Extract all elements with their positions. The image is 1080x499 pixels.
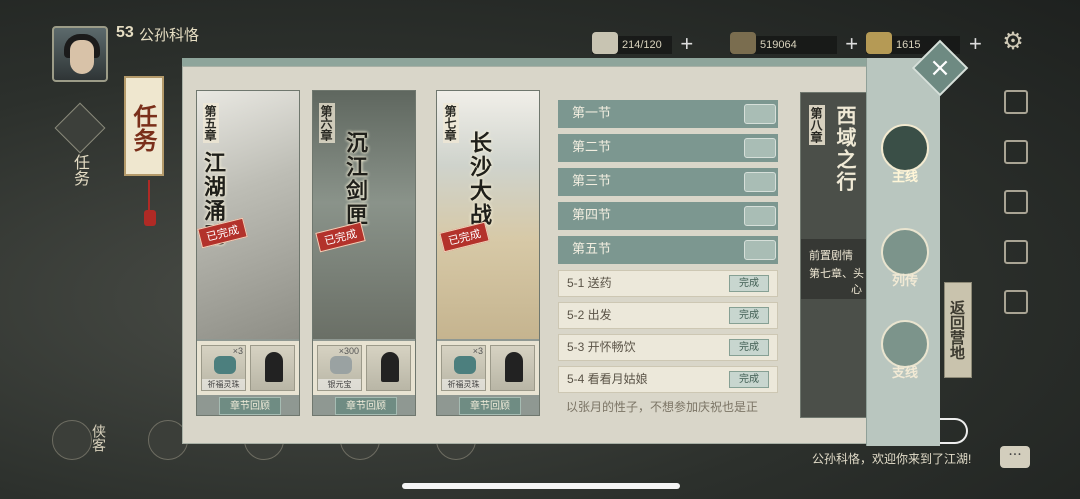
chapter-6-review-button[interactable]: 章节回顾 (335, 397, 397, 415)
quest-quote: 以张月的性子，不想参加庆祝也是正 (566, 400, 759, 414)
section-2[interactable]: 第二节 (558, 134, 778, 162)
menu-icon-1[interactable] (1004, 90, 1028, 114)
hero-label: 侠客 (90, 424, 106, 452)
reward-item[interactable]: ×300 银元宝 (317, 345, 362, 391)
quest-dialog: 第五章 江湖涌动 已完成 ×3 祈福灵珠 章节回顾 第六章 沉江剑匣 已完成 ×3… (142, 39, 969, 446)
quest-type-rail: 主线 列传 支线 (866, 58, 940, 446)
menu-icon-5[interactable] (1004, 290, 1028, 314)
character-portrait-icon (265, 352, 283, 382)
chapter-card-8[interactable]: 第八章 西域之行 前置剧情 第七章、头 心 (800, 92, 870, 418)
chest-icon[interactable] (744, 206, 776, 226)
chapter-8-prereq: 前置剧情 (809, 250, 853, 262)
chapter-6-title: 沉江剑匣 (342, 131, 368, 227)
section-1[interactable]: 第一节 (558, 100, 778, 128)
resource-silver: 519064 + (730, 32, 863, 56)
chapter-card-5[interactable]: 第五章 江湖涌动 已完成 ×3 祈福灵珠 章节回顾 (196, 90, 300, 416)
chapter-7-rewards: ×3 祈福灵珠 (437, 341, 539, 395)
subquest-row[interactable]: 5-3 开怀畅饮 完成 (558, 334, 778, 361)
tea-icon (592, 32, 618, 54)
chat-button[interactable]: ··· (1000, 446, 1030, 468)
resource-stamina: 214/120 + (592, 32, 698, 56)
tassel-knot (144, 210, 156, 226)
quest-nav-label: 任务 (71, 154, 90, 186)
reward-character[interactable] (490, 345, 535, 391)
chapter-6-number: 第六章 (319, 103, 335, 143)
menu-icon-3[interactable] (1004, 190, 1028, 214)
complete-badge: 完成 (729, 275, 769, 292)
tab-biography[interactable]: 列传 (879, 228, 931, 289)
reward-character[interactable] (250, 345, 295, 391)
quest-nav-button[interactable]: 任务 (54, 102, 106, 186)
gear-icon[interactable]: ⚙ (1000, 28, 1026, 54)
player-avatar[interactable] (52, 26, 108, 82)
chapter-8-prereq-suffix: 心 (851, 284, 862, 296)
scroll-icon (881, 124, 929, 172)
chapter-7-review-button[interactable]: 章节回顾 (459, 397, 521, 415)
menu-icon-4[interactable] (1004, 240, 1028, 264)
section-3[interactable]: 第三节 (558, 168, 778, 196)
add-silver-button[interactable]: + (841, 33, 863, 56)
note-icon (881, 320, 929, 368)
gold-icon (866, 32, 892, 54)
player-name: 公孙科恪 (139, 27, 200, 44)
home-indicator[interactable] (402, 483, 680, 489)
reward-item[interactable]: ×3 祈福灵珠 (201, 345, 246, 391)
tab-side-quest[interactable]: 支线 (879, 320, 931, 381)
chapter-7-title: 长沙大战 (466, 131, 492, 227)
chapter-8-number: 第八章 (809, 105, 825, 145)
subquest-row[interactable]: 5-2 出发 完成 (558, 302, 778, 329)
chapter-5-review-button[interactable]: 章节回顾 (219, 397, 281, 415)
chapter-5-rewards: ×3 祈福灵珠 (197, 341, 299, 395)
section-4[interactable]: 第四节 (558, 202, 778, 230)
chest-icon[interactable] (744, 104, 776, 124)
pearl-icon (214, 356, 236, 374)
pearl-icon (454, 356, 476, 374)
complete-badge: 完成 (729, 371, 769, 388)
return-camp-button[interactable]: 返回营地 (944, 282, 972, 378)
complete-badge: 完成 (729, 339, 769, 356)
reward-item[interactable]: ×3 祈福灵珠 (441, 345, 486, 391)
chapter-card-7[interactable]: 第七章 长沙大战 已完成 ×3 祈福灵珠 章节回顾 (436, 90, 540, 416)
subquest-row[interactable]: 5-1 送药 完成 (558, 270, 778, 297)
right-side-menu (1004, 90, 1034, 340)
character-portrait-icon (381, 352, 399, 382)
complete-badge: 完成 (729, 307, 769, 324)
chapter-7-number: 第七章 (443, 103, 459, 143)
chat-message: 公孙科恪，欢迎你来到了江湖! (812, 452, 972, 466)
chapter-6-rewards: ×300 银元宝 (313, 341, 415, 395)
chest-icon[interactable] (744, 172, 776, 192)
dialog-title: 任务 (124, 76, 164, 176)
character-portrait-icon (505, 352, 523, 382)
chest-icon[interactable] (744, 240, 776, 260)
chapter-card-6[interactable]: 第六章 沉江剑匣 已完成 ×300 银元宝 章节回顾 (312, 90, 416, 416)
avatar-face (70, 40, 94, 74)
hero-button[interactable] (52, 420, 92, 460)
add-stamina-button[interactable]: + (676, 33, 698, 56)
tab-main-story[interactable]: 主线 (879, 124, 931, 185)
section-5[interactable]: 第五节 (558, 236, 778, 264)
player-level: 53 (116, 24, 134, 41)
reward-character[interactable] (366, 345, 411, 391)
section-list: 第一节 第二节 第三节 第四节 第五节 5-1 送药 完成 5-2 出发 完成 5-… (558, 100, 778, 415)
quest-scroll-icon (54, 102, 106, 154)
close-icon[interactable]: × (926, 50, 954, 86)
menu-icon-2[interactable] (1004, 140, 1028, 164)
chest-icon[interactable] (744, 138, 776, 158)
subquest-row[interactable]: 5-4 看看月姑娘 完成 (558, 366, 778, 393)
add-gold-button[interactable]: + (964, 33, 986, 56)
silver-ingot-icon (330, 356, 352, 374)
ingot-icon (730, 32, 756, 54)
chapter-5-number: 第五章 (203, 103, 219, 143)
chapter-8-title: 西域之行 (833, 105, 857, 193)
chapter-8-prereq-detail: 第七章、头 (809, 268, 864, 280)
book-icon (881, 228, 929, 276)
